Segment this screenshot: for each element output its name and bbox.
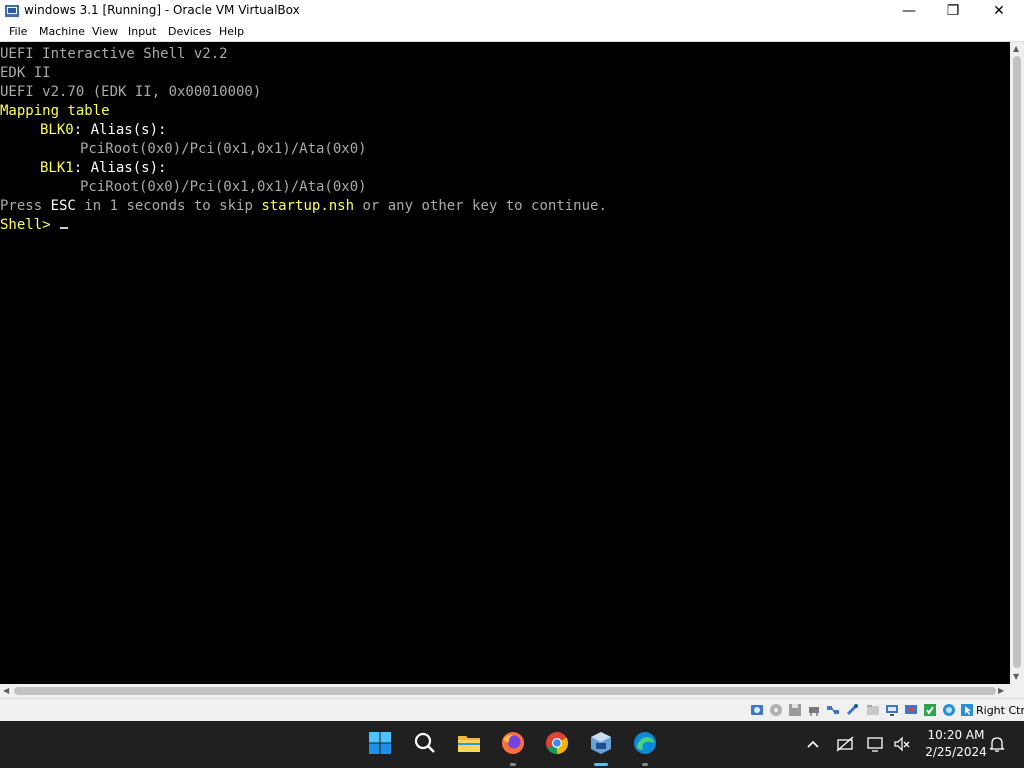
chrome-icon [546,732,568,754]
windows-start-icon [369,732,391,754]
console-line: UEFI Interactive Shell v2.2 [0,46,228,62]
alias-label: : Alias(s): [73,160,167,176]
device-path: PciRoot(0x0)/Pci(0x1,0x1)/Ata(0x0) [80,141,367,157]
taskbar-app-virtualbox[interactable] [581,721,621,768]
taskbar: 10:20 AM 2/25/2024 [0,721,1024,768]
message-text: in 1 seconds to skip [75,198,262,214]
menu-help[interactable]: Help [219,25,244,38]
host-key-label[interactable]: Right Ctrl [976,704,1024,717]
maximize-button[interactable]: ❐ [930,0,976,22]
floppy-icon[interactable] [788,703,802,717]
close-button[interactable]: ✕ [976,0,1022,22]
start-button[interactable] [360,721,400,768]
notification-bell-icon[interactable] [988,735,1006,753]
vertical-scrollbar[interactable]: ▲ ▼ [1010,42,1024,684]
taskbar-app-firefox[interactable] [493,721,533,768]
edge-icon [634,732,656,754]
display-connect-icon[interactable] [866,735,884,753]
search-icon [414,732,435,753]
firefox-icon [502,732,524,754]
console-line: UEFI v2.70 (EDK II, 0x00010000) [0,84,262,100]
chevron-up-icon[interactable] [806,738,820,750]
shell-prompt-line: Shell> [0,216,68,235]
scrollbar-corner [1010,684,1024,698]
esc-key-label: ESC [50,198,76,214]
menu-devices[interactable]: Devices [168,25,211,38]
device-name: BLK1 [40,160,74,176]
cpu-icon[interactable] [942,703,956,717]
clock-date[interactable]: 2/25/2024 [920,745,992,759]
menu-machine[interactable]: Machine [39,25,85,38]
vertical-scroll-thumb[interactable] [1013,56,1021,668]
video-capture-icon[interactable] [904,703,918,717]
mapping-entry-blk0: BLK0: Alias(s): [40,121,166,140]
hard-disk-icon[interactable] [750,703,764,717]
alias-label: : Alias(s): [73,122,167,138]
mapping-table-header: Mapping table [0,103,110,119]
search-button[interactable] [405,721,445,768]
volume-muted-icon[interactable] [893,735,911,753]
running-indicator [510,763,516,766]
running-indicator [642,763,648,766]
startup-message: Press ESC in 1 seconds to skip startup.n… [0,197,607,216]
file-explorer-icon [458,736,480,752]
device-name: BLK0 [40,122,74,138]
guest-additions-icon[interactable] [923,703,937,717]
text-cursor [59,227,68,229]
window-title: windows 3.1 [Running] - Oracle VM Virtua… [24,3,300,17]
display-icon[interactable] [885,703,899,717]
scroll-left-arrow-icon[interactable]: ◀ [3,686,9,696]
network-icon[interactable] [826,703,840,717]
taskbar-app-edge[interactable] [625,721,665,768]
vm-display[interactable]: UEFI Interactive Shell v2.2 EDK II UEFI … [0,42,1010,684]
device-path: PciRoot(0x0)/Pci(0x1,0x1)/Ata(0x0) [80,179,367,195]
virtualbox-icon [591,732,611,754]
mouse-integration-icon[interactable] [960,703,974,717]
menu-file[interactable]: File [9,25,27,38]
shared-folders-icon[interactable] [866,703,880,717]
clock-time[interactable]: 10:20 AM [920,728,992,742]
scroll-right-arrow-icon[interactable]: ▶ [998,686,1004,696]
horizontal-scroll-thumb[interactable] [14,687,996,695]
vm-status-bar: Right Ctrl [0,698,1024,721]
virtualbox-app-icon [5,5,19,17]
message-text: or any other key to continue. [354,198,607,214]
menu-input[interactable]: Input [128,25,156,38]
startup-script-name: startup.nsh [261,198,355,214]
minimize-button[interactable]: — [886,0,932,22]
menu-bar: File Machine View Input Devices Help [0,22,1024,42]
taskbar-app-chrome[interactable] [537,721,577,768]
shell-prompt: Shell> [0,217,51,233]
running-indicator [594,763,608,766]
taskbar-app-file-explorer[interactable] [449,721,489,768]
horizontal-scrollbar[interactable]: ◀ ▶ [0,684,1010,698]
audio-icon[interactable] [807,703,821,717]
mapping-entry-blk1: BLK1: Alias(s): [40,159,166,178]
usb-icon[interactable] [845,703,859,717]
window-title-bar[interactable]: windows 3.1 [Running] - Oracle VM Virtua… [0,0,1024,22]
scroll-up-arrow-icon[interactable]: ▲ [1013,44,1019,54]
console-line: EDK II [0,65,51,81]
message-text: Press [0,198,51,214]
scroll-down-arrow-icon[interactable]: ▼ [1013,672,1019,682]
network-off-icon[interactable] [836,735,854,753]
optical-drive-icon[interactable] [769,703,783,717]
menu-view[interactable]: View [92,25,118,38]
